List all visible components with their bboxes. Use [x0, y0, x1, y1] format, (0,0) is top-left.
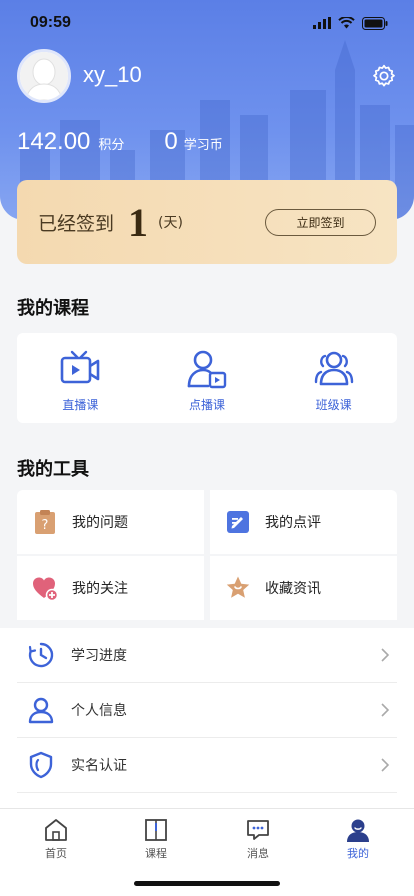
class-group-icon	[314, 351, 353, 386]
tab-mine[interactable]: 我的	[308, 817, 408, 861]
review-edit-icon	[227, 511, 249, 533]
course-class-label: 班级课	[315, 398, 352, 412]
tool-my-follows[interactable]: 我的关注	[17, 556, 204, 620]
tab-courses[interactable]: 课程	[106, 817, 206, 861]
battery-icon	[362, 16, 388, 30]
shield-icon	[29, 751, 53, 779]
signin-text: 已经签到	[38, 212, 115, 235]
username: xy_10	[83, 62, 142, 87]
cellular-signal-icon	[313, 17, 331, 29]
tool-my-reviews[interactable]: 我的点评	[210, 490, 397, 554]
tools-grid: ? 我的问题 我的点评 我的关注 收藏资讯	[17, 490, 397, 620]
points-value: 142.00	[17, 128, 91, 155]
avatar[interactable]	[17, 49, 71, 103]
star-favorite-icon	[226, 576, 250, 598]
signin-unit: (天)	[158, 215, 183, 231]
coins-value: 0	[164, 128, 178, 155]
status-time: 09:59	[30, 14, 71, 31]
chevron-right-icon	[381, 648, 390, 662]
on-demand-user-icon	[187, 350, 227, 389]
list-item-learning-progress-label: 学习进度	[71, 648, 127, 664]
chevron-right-icon	[381, 703, 390, 717]
courses-card: 直播课 点播课 班级课	[17, 333, 397, 423]
gear-icon[interactable]	[371, 63, 397, 89]
signin-card: 已经签到 1 (天) 立即签到	[17, 180, 397, 264]
tool-my-follows-label: 我的关注	[72, 581, 128, 597]
status-icons	[313, 16, 388, 30]
wifi-icon	[338, 17, 355, 29]
default-avatar-icon	[20, 52, 68, 100]
coins-label: 学习币	[183, 138, 223, 153]
tab-courses-label: 课程	[145, 847, 167, 860]
status-bar: 09:59	[0, 0, 414, 46]
home-indicator	[134, 881, 280, 886]
svg-text:?: ?	[42, 518, 49, 533]
tab-mine-label: 我的	[347, 847, 369, 860]
course-live-label: 直播课	[62, 398, 99, 412]
profile-stats: 142.00 积分 0 学习币	[17, 128, 223, 156]
tool-saved-news[interactable]: 收藏资讯	[210, 556, 397, 620]
chevron-right-icon	[381, 758, 390, 772]
course-class[interactable]: 班级课	[270, 333, 397, 423]
tab-home[interactable]: 首页	[6, 817, 106, 861]
book-icon	[145, 819, 167, 841]
tools-section-title: 我的工具	[17, 459, 89, 480]
home-icon	[45, 819, 67, 841]
tool-my-questions[interactable]: ? 我的问题	[17, 490, 204, 554]
clock-progress-icon	[28, 642, 54, 668]
list-item-personal-info[interactable]: 个人信息	[17, 683, 397, 738]
list-item-real-name-verification-label: 实名认证	[71, 758, 127, 774]
list-item-personal-info-label: 个人信息	[71, 703, 127, 719]
points-label: 积分	[98, 138, 125, 153]
tab-messages[interactable]: 消息	[208, 817, 308, 861]
signin-button[interactable]: 立即签到	[265, 209, 376, 236]
course-on-demand-label: 点播课	[189, 398, 226, 412]
profile-icon	[347, 819, 369, 842]
courses-section-title: 我的课程	[17, 298, 89, 319]
signin-days: 1	[128, 199, 149, 245]
question-clipboard-icon: ?	[35, 510, 55, 534]
settings-list: 学习进度 个人信息 实名认证	[0, 628, 414, 810]
course-live[interactable]: 直播课	[17, 333, 144, 423]
message-icon	[247, 820, 269, 840]
tab-messages-label: 消息	[247, 847, 269, 860]
list-item-learning-progress[interactable]: 学习进度	[17, 628, 397, 683]
list-item-real-name-verification[interactable]: 实名认证	[17, 738, 397, 793]
tool-saved-news-label: 收藏资讯	[265, 581, 321, 597]
heart-add-icon	[33, 577, 58, 601]
person-icon	[28, 697, 54, 724]
tab-home-label: 首页	[45, 847, 67, 860]
live-video-icon	[61, 350, 100, 384]
tool-my-questions-label: 我的问题	[72, 515, 128, 531]
tool-my-reviews-label: 我的点评	[265, 515, 321, 531]
course-on-demand[interactable]: 点播课	[144, 333, 271, 423]
